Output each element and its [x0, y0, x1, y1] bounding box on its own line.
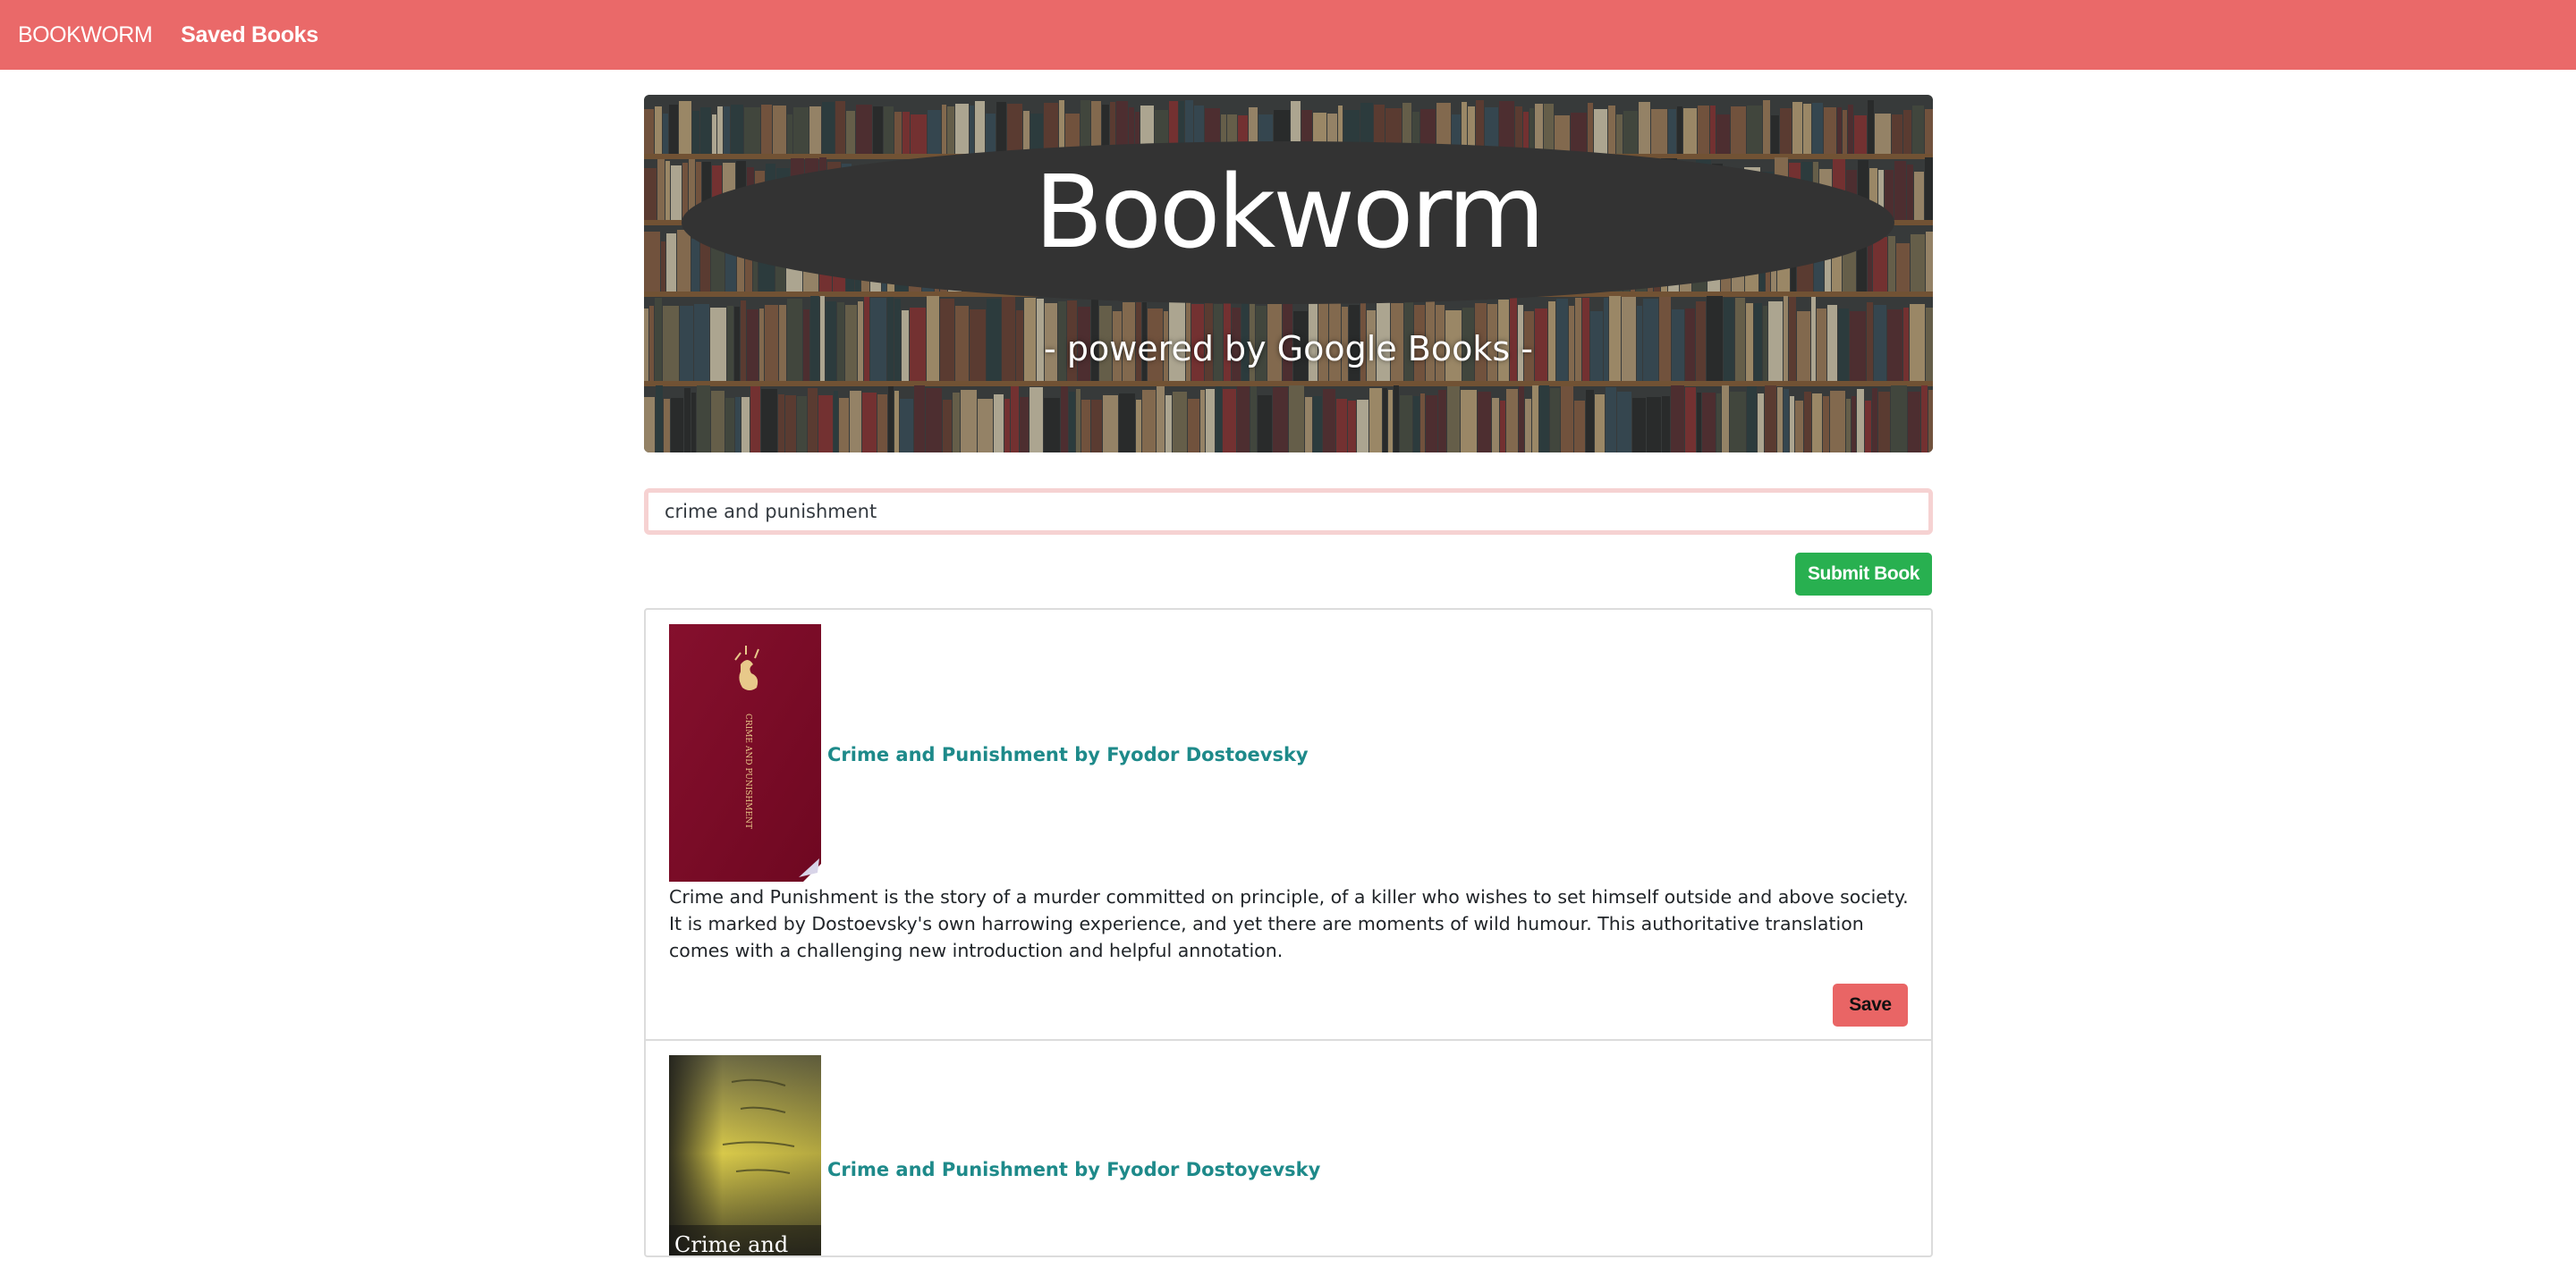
top-navbar: BOOKWORM Saved Books [0, 0, 2576, 70]
nav-link-saved-books[interactable]: Saved Books [181, 22, 318, 48]
book-cover-image[interactable]: Crime and Punishment [669, 1055, 821, 1257]
book-title-link[interactable]: Crime and Punishment by Fyodor Dostoevsk… [827, 744, 1309, 765]
hero-title: Bookworm [1034, 155, 1545, 271]
cover-title-text: CRIME AND PUNISHMENT [743, 714, 752, 829]
search-input[interactable]: crime and punishment [644, 488, 1933, 535]
search-input-value: crime and punishment [665, 501, 877, 522]
list-item: Crime and Punishment Crime and Punishmen… [646, 1041, 1931, 1257]
svg-text:Punishment: Punishment [674, 1254, 804, 1257]
book-description: Crime and Punishment is the story of a m… [669, 886, 1909, 961]
list-item: CRIME AND PUNISHMENT Crime and Punishmen… [646, 610, 1931, 1041]
navbar-brand[interactable]: BOOKWORM [18, 22, 153, 48]
submit-book-button[interactable]: Submit Book [1795, 553, 1932, 596]
save-button[interactable]: Save [1833, 984, 1908, 1027]
book-title-link[interactable]: Crime and Punishment by Fyodor Dostoyevs… [827, 1159, 1320, 1180]
results-list: CRIME AND PUNISHMENT Crime and Punishmen… [644, 608, 1933, 1257]
hero-banner: Bookworm - powered by Google Books - [644, 95, 1933, 452]
book-cover-image[interactable]: CRIME AND PUNISHMENT [669, 624, 821, 882]
hero-subtitle: - powered by Google Books - [1044, 329, 1533, 368]
